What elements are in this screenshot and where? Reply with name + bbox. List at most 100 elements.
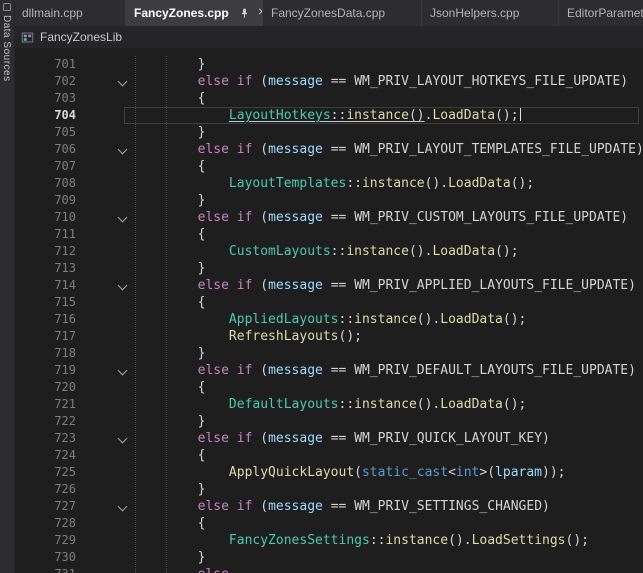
line-number[interactable]: 713 [14, 260, 76, 277]
fold-gutter[interactable] [76, 124, 135, 141]
code-text[interactable]: LayoutHotkeys::instance().LoadData(); [135, 107, 521, 124]
line-number[interactable]: 709 [14, 192, 76, 209]
code-line[interactable]: 723 else if (message == WM_PRIV_QUICK_LA… [14, 430, 643, 447]
fold-gutter[interactable] [76, 549, 135, 566]
code-text[interactable]: FancyZonesSettings::instance().LoadSetti… [135, 532, 589, 549]
line-number[interactable]: 730 [14, 549, 76, 566]
code-line[interactable]: 702 else if (message == WM_PRIV_LAYOUT_H… [14, 73, 643, 90]
data-sources-tab[interactable]: Data Sources [0, 0, 15, 573]
code-text[interactable]: else if (message == WM_PRIV_DEFAULT_LAYO… [135, 362, 636, 379]
code-text[interactable]: { [135, 447, 205, 464]
fold-gutter[interactable] [76, 158, 135, 175]
fold-gutter[interactable] [76, 345, 135, 362]
line-number[interactable]: 727 [14, 498, 76, 515]
code-text[interactable]: else if (message == WM_PRIV_SETTINGS_CHA… [135, 498, 550, 515]
fold-chevron-icon[interactable] [118, 502, 128, 512]
line-number[interactable]: 710 [14, 209, 76, 226]
tab-fancyzonesdata-cpp[interactable]: FancyZonesData.cpp [263, 0, 422, 26]
code-text[interactable]: { [135, 515, 205, 532]
code-line[interactable]: 722 } [14, 413, 643, 430]
fold-gutter[interactable] [76, 498, 135, 515]
code-line[interactable]: 721 DefaultLayouts::instance().LoadData(… [14, 396, 643, 413]
fold-chevron-icon[interactable] [118, 213, 128, 223]
code-text[interactable]: } [135, 260, 205, 277]
code-line[interactable]: 726 } [14, 481, 643, 498]
fold-chevron-icon[interactable] [118, 434, 128, 444]
code-text[interactable]: DefaultLayouts::instance().LoadData(); [135, 396, 526, 413]
code-text[interactable]: } [135, 124, 205, 141]
code-line[interactable]: 729 FancyZonesSettings::instance().LoadS… [14, 532, 643, 549]
code-text[interactable]: } [135, 481, 205, 498]
code-text[interactable]: } [135, 549, 205, 566]
fold-chevron-icon[interactable] [118, 145, 128, 155]
code-line[interactable]: 707 { [14, 158, 643, 175]
code-text[interactable]: RefreshLayouts(); [135, 328, 362, 345]
line-number[interactable]: 723 [14, 430, 76, 447]
code-editor[interactable]: 701 } 702 else if (message == WM_PRIV_LAY… [14, 48, 643, 573]
code-line[interactable]: 710 else if (message == WM_PRIV_CUSTOM_L… [14, 209, 643, 226]
code-text[interactable]: { [135, 158, 205, 175]
tab-dllmain-cpp[interactable]: dllmain.cpp [14, 0, 126, 26]
fold-gutter[interactable] [76, 73, 135, 90]
code-line[interactable]: 724 { [14, 447, 643, 464]
fold-gutter[interactable] [76, 90, 135, 107]
fold-chevron-icon[interactable] [118, 77, 128, 87]
code-line[interactable]: 708 LayoutTemplates::instance().LoadData… [14, 175, 643, 192]
code-text[interactable]: } [135, 345, 205, 362]
line-number[interactable]: 701 [14, 56, 76, 73]
fold-gutter[interactable] [76, 566, 135, 573]
code-line[interactable]: 713 } [14, 260, 643, 277]
line-number[interactable]: 706 [14, 141, 76, 158]
fold-gutter[interactable] [76, 464, 135, 481]
line-number[interactable]: 708 [14, 175, 76, 192]
fold-gutter[interactable] [76, 260, 135, 277]
code-text[interactable]: { [135, 90, 205, 107]
line-number[interactable]: 711 [14, 226, 76, 243]
line-number[interactable]: 702 [14, 73, 76, 90]
code-text[interactable]: } [135, 192, 205, 209]
code-line[interactable]: 725 ApplyQuickLayout(static_cast<int>(lp… [14, 464, 643, 481]
code-line[interactable]: 714 else if (message == WM_PRIV_APPLIED_… [14, 277, 643, 294]
line-number[interactable]: 704 [14, 107, 76, 124]
line-number[interactable]: 725 [14, 464, 76, 481]
code-text[interactable]: else if (message == WM_PRIV_CUSTOM_LAYOU… [135, 209, 628, 226]
code-line[interactable]: 727 else if (message == WM_PRIV_SETTINGS… [14, 498, 643, 515]
tab-fancyzones-cpp[interactable]: FancyZones.cpp ✕ [126, 0, 263, 26]
code-text[interactable]: else [135, 566, 229, 573]
fold-gutter[interactable] [76, 56, 135, 73]
line-number[interactable]: 714 [14, 277, 76, 294]
fold-gutter[interactable] [76, 243, 135, 260]
fold-chevron-icon[interactable] [118, 570, 128, 573]
code-line[interactable]: 716 AppliedLayouts::instance().LoadData(… [14, 311, 643, 328]
pin-icon[interactable] [239, 8, 250, 19]
line-number[interactable]: 705 [14, 124, 76, 141]
code-line[interactable]: 709 } [14, 192, 643, 209]
code-line[interactable]: 719 else if (message == WM_PRIV_DEFAULT_… [14, 362, 643, 379]
tab-jsonhelpers-cpp[interactable]: JsonHelpers.cpp [422, 0, 559, 26]
line-number[interactable]: 731 [14, 566, 76, 573]
code-text[interactable]: LayoutTemplates::instance().LoadData(); [135, 175, 534, 192]
code-text[interactable]: else if (message == WM_PRIV_QUICK_LAYOUT… [135, 430, 550, 447]
code-text[interactable]: ApplyQuickLayout(static_cast<int>(lparam… [135, 464, 566, 481]
code-line[interactable]: 712 CustomLayouts::instance().LoadData()… [14, 243, 643, 260]
code-text[interactable]: CustomLayouts::instance().LoadData(); [135, 243, 519, 260]
line-number[interactable]: 718 [14, 345, 76, 362]
fold-gutter[interactable] [76, 175, 135, 192]
line-number[interactable]: 729 [14, 532, 76, 549]
code-line[interactable]: 731 else [14, 566, 643, 573]
fold-gutter[interactable] [76, 294, 135, 311]
line-number[interactable]: 707 [14, 158, 76, 175]
code-line[interactable]: 718 } [14, 345, 643, 362]
fold-gutter[interactable] [76, 532, 135, 549]
code-line[interactable]: 711 { [14, 226, 643, 243]
fold-gutter[interactable] [76, 362, 135, 379]
line-number[interactable]: 724 [14, 447, 76, 464]
fold-gutter[interactable] [76, 379, 135, 396]
code-text[interactable]: AppliedLayouts::instance().LoadData(); [135, 311, 526, 328]
fold-gutter[interactable] [76, 515, 135, 532]
line-number[interactable]: 712 [14, 243, 76, 260]
line-number[interactable]: 722 [14, 413, 76, 430]
line-number[interactable]: 716 [14, 311, 76, 328]
fold-gutter[interactable] [76, 277, 135, 294]
fold-gutter[interactable] [76, 447, 135, 464]
